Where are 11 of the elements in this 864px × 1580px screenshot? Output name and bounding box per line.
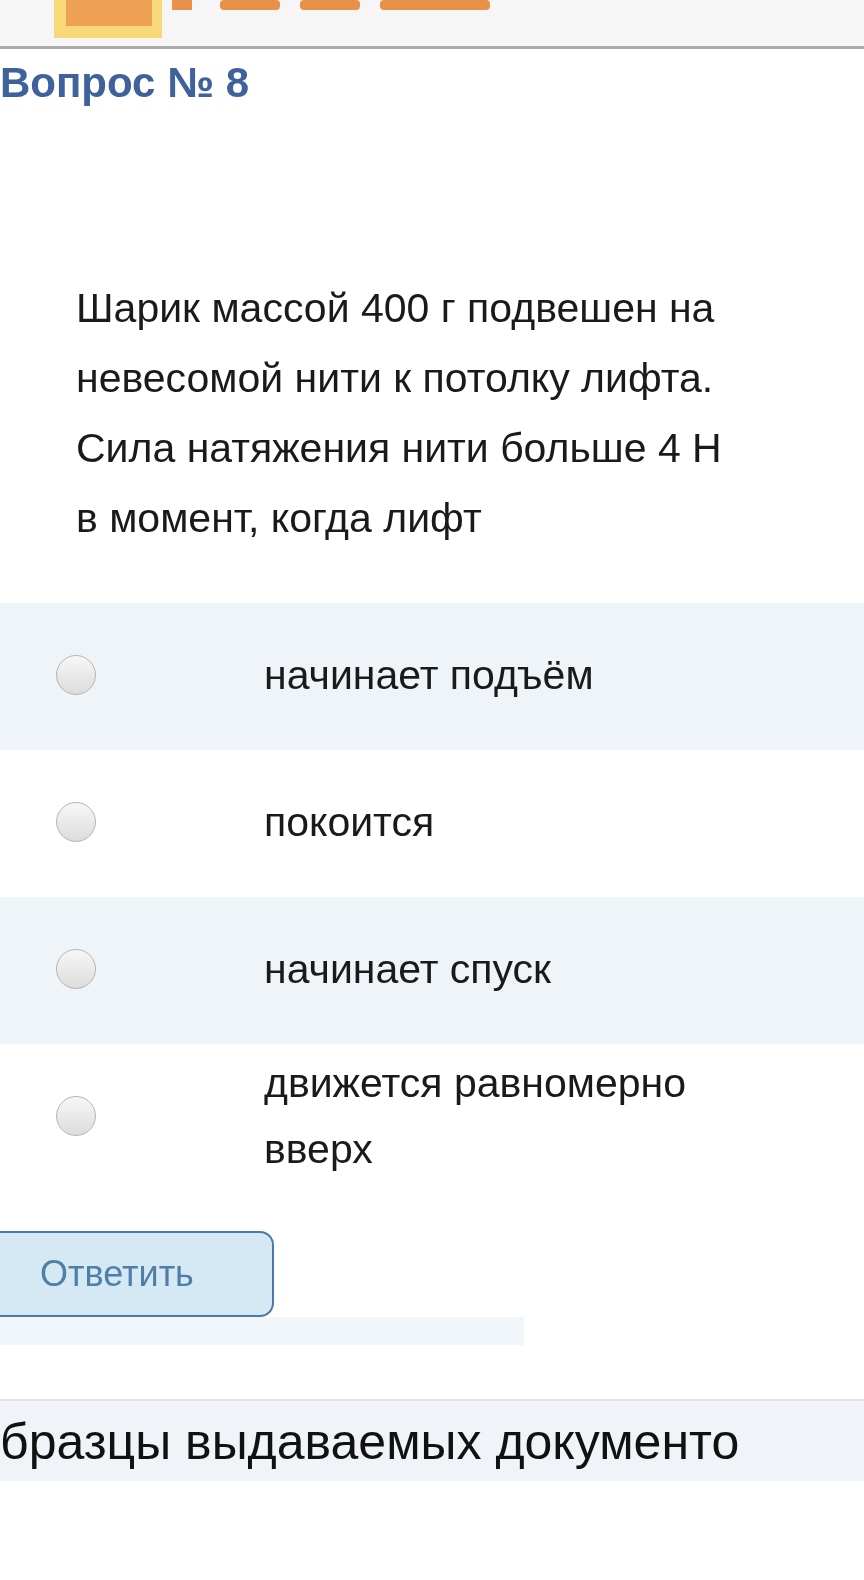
radio-button[interactable] (56, 654, 96, 695)
answer-option[interactable]: покоится (0, 750, 864, 897)
radio-button[interactable] (56, 1095, 96, 1136)
radio-button[interactable] (56, 948, 96, 989)
question-text: Шарик массой 400 г подвешен на невесомой нити к потолку лифта. Сила натяжения нити больше 4 Н в момент, когда лифт (76, 284, 723, 543)
question-title: Вопрос № 8 (0, 58, 250, 108)
section-heading: бразцы выдаваемых документо (0, 1413, 740, 1472)
answer-option[interactable]: начинает подъём (0, 603, 864, 750)
radio-button[interactable] (56, 801, 96, 842)
answer-option[interactable]: начинает спуск (0, 897, 864, 1044)
answer-option[interactable]: движется равномерно вверх (0, 1044, 864, 1191)
